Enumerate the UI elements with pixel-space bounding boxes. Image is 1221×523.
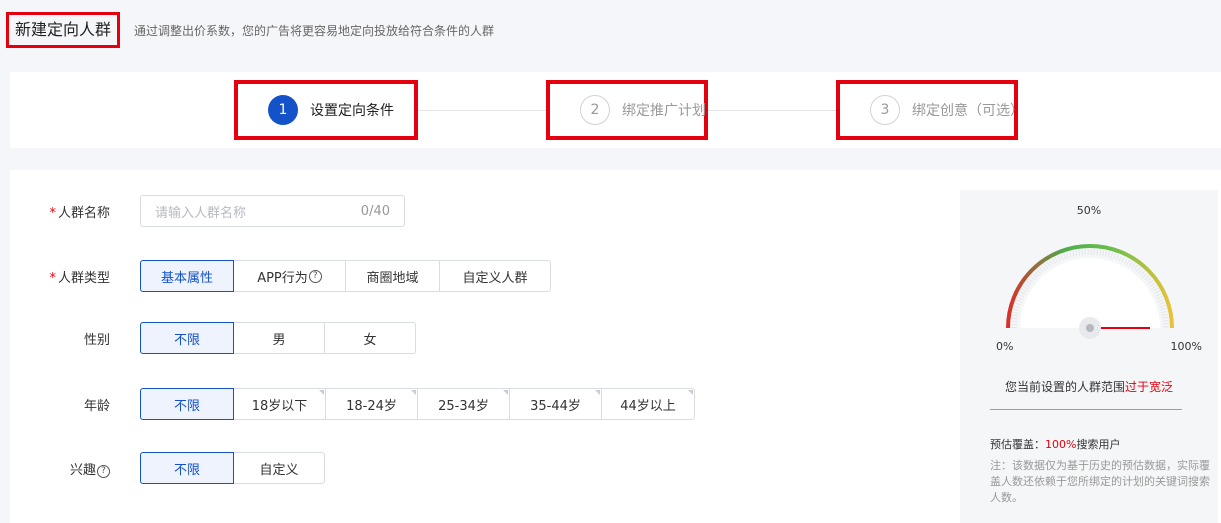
audience-name-input[interactable]: 请输入人群名称 0/40 — [140, 195, 405, 227]
step-2[interactable]: 2 绑定推广计划 — [546, 80, 708, 140]
step-3-number: 3 — [870, 95, 900, 125]
gauge-min-label: 0% — [996, 340, 1014, 353]
coverage-gauge-panel: 50% 0% 100% 您当前设置的人群范围过于宽泛 预估覆盖：100%搜索用户… — [960, 190, 1218, 523]
gauge-mid-label: 50% — [1076, 204, 1102, 217]
interest-selector: 不限 自定义 — [140, 452, 325, 484]
corner-marker — [503, 390, 508, 395]
targeting-form: * 人群名称 请输入人群名称 0/40 * 人群类型 基本属性 APP行为? 商圈地… — [10, 170, 1221, 523]
coverage-gauge — [1006, 244, 1174, 339]
corner-marker — [411, 390, 416, 395]
age-option-under-18[interactable]: 18岁以下 — [233, 388, 326, 420]
type-option-custom[interactable]: 自定义人群 — [439, 260, 551, 292]
type-option-app[interactable]: APP行为? — [233, 260, 346, 292]
gender-option-male[interactable]: 男 — [233, 322, 325, 354]
audience-name-counter: 0/40 — [360, 203, 390, 219]
help-icon[interactable]: ? — [308, 269, 322, 283]
row-age: 年龄 不限 18岁以下 18-24岁 25-34岁 35-44岁 44岁以上 — [10, 388, 695, 420]
step-connector-2 — [708, 110, 836, 111]
type-option-basic[interactable]: 基本属性 — [140, 260, 234, 292]
gauge-max-label: 100% — [1170, 340, 1202, 353]
interest-option-custom[interactable]: 自定义 — [233, 452, 325, 484]
page-description: 通过调整出价系数，您的广告将更容易地定向投放给符合条件的人群 — [134, 23, 495, 38]
type-option-district[interactable]: 商圈地域 — [345, 260, 440, 292]
coverage-percent: 100% — [1045, 438, 1077, 451]
step-2-label: 绑定推广计划 — [622, 103, 706, 119]
age-option-any[interactable]: 不限 — [140, 388, 234, 420]
age-selector: 不限 18岁以下 18-24岁 25-34岁 35-44岁 44岁以上 — [140, 388, 695, 420]
audience-type-label: * 人群类型 — [49, 270, 110, 286]
range-status-text: 您当前设置的人群范围过于宽泛 — [1004, 380, 1174, 394]
age-option-over-44[interactable]: 44岁以上 — [601, 388, 695, 420]
step-1[interactable]: 1 设置定向条件 — [234, 80, 418, 140]
gender-selector: 不限 男 女 — [140, 322, 416, 354]
corner-marker — [688, 390, 693, 395]
page-title: 新建定向人群 — [6, 12, 121, 48]
gender-option-any[interactable]: 不限 — [140, 322, 234, 354]
row-gender: 性别 不限 男 女 — [10, 322, 416, 354]
step-3[interactable]: 3 绑定创意（可选） — [836, 80, 1024, 140]
row-audience-type: * 人群类型 基本属性 APP行为? 商圈地域 自定义人群 — [10, 260, 551, 292]
audience-name-placeholder: 请输入人群名称 — [155, 205, 247, 221]
range-status-warning: 过于宽泛 — [1125, 380, 1174, 394]
age-label: 年龄 — [83, 398, 110, 414]
coverage-estimate: 预估覆盖：100%搜索用户 — [990, 438, 1121, 451]
coverage-note: 注：该数据仅为基于历史的预估数据，实际覆盖人数还依赖于您所绑定的计划的关键词搜索… — [990, 459, 1210, 504]
page: 新建定向人群 通过调整出价系数，您的广告将更容易地定向投放给符合条件的人群 1 … — [0, 0, 1221, 523]
steps-bar: 1 设置定向条件 2 绑定推广计划 3 绑定创意（可选） — [10, 72, 1221, 148]
corner-marker — [595, 390, 600, 395]
age-option-35-44[interactable]: 35-44岁 — [509, 388, 602, 420]
step-2-number: 2 — [580, 95, 610, 125]
gauge-hub-center — [1086, 324, 1094, 332]
interest-label: 兴趣? — [10, 459, 110, 478]
interest-option-any[interactable]: 不限 — [140, 452, 234, 484]
gauge-divider — [990, 409, 1182, 410]
age-option-25-34[interactable]: 25-34岁 — [417, 388, 510, 420]
step-1-number: 1 — [268, 95, 298, 125]
row-interest: 兴趣? 不限 自定义 — [10, 452, 325, 484]
step-connector-1 — [418, 110, 546, 111]
gender-option-female[interactable]: 女 — [324, 322, 416, 354]
step-3-label: 绑定创意（可选） — [912, 103, 1024, 119]
help-icon[interactable]: ? — [97, 464, 110, 478]
step-1-label: 设置定向条件 — [310, 103, 394, 119]
page-header: 新建定向人群 通过调整出价系数，您的广告将更容易地定向投放给符合条件的人群 — [0, 0, 1221, 60]
audience-type-selector: 基本属性 APP行为? 商圈地域 自定义人群 — [140, 260, 551, 292]
audience-name-label: * 人群名称 — [49, 205, 110, 221]
gender-label: 性别 — [83, 332, 110, 348]
row-audience-name: * 人群名称 请输入人群名称 0/40 — [10, 195, 405, 227]
age-option-18-24[interactable]: 18-24岁 — [325, 388, 418, 420]
corner-marker — [319, 390, 324, 395]
